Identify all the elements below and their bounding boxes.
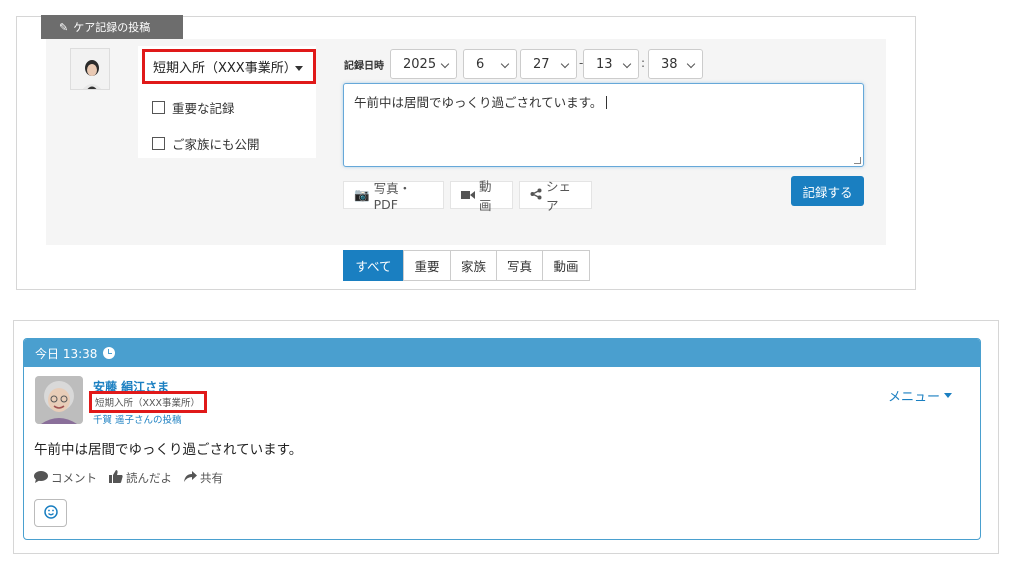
hour-value: 13 xyxy=(596,56,613,72)
chevron-down-icon xyxy=(440,59,450,69)
datetime-label: 記録日時 xyxy=(344,61,384,72)
important-checkbox[interactable] xyxy=(152,101,165,114)
post-menu-button[interactable]: メニュー xyxy=(888,386,953,405)
share-label: シェア xyxy=(546,179,572,213)
comment-icon xyxy=(34,470,48,486)
video-label: 動画 xyxy=(479,179,492,213)
year-value: 2025 xyxy=(403,56,437,72)
clock-icon xyxy=(103,347,116,359)
family-checkbox-label: ご家族にも公開 xyxy=(172,137,260,152)
day-select[interactable]: 27 xyxy=(520,49,577,79)
month-select[interactable]: 6 xyxy=(463,49,517,79)
record-text-value: 午前中は居間でゆっくり過ごされています。 xyxy=(354,95,603,110)
day-value: 27 xyxy=(533,56,550,72)
post-actions: コメント 読んだよ 共有 xyxy=(34,470,223,486)
read-button[interactable]: 読んだよ xyxy=(109,470,172,486)
filter-tab-all[interactable]: すべて xyxy=(343,250,404,281)
important-checkbox-label: 重要な記録 xyxy=(172,101,235,116)
office-select[interactable]: 短期入所（XXX事業所） xyxy=(142,49,316,84)
share-arrow-icon xyxy=(184,471,197,485)
caret-down-icon xyxy=(944,393,953,398)
post-office-label: 短期入所（XXX事業所） xyxy=(89,391,207,413)
month-value: 6 xyxy=(476,56,485,72)
post-menu-label: メニュー xyxy=(888,390,941,405)
thumbs-up-icon xyxy=(109,470,123,486)
important-record-option[interactable]: 重要な記録 xyxy=(152,98,235,117)
post-timestamp: 今日 13:38 xyxy=(35,346,98,361)
chevron-down-icon xyxy=(500,59,510,69)
care-record-tab: ✎ ケア記録の投稿 xyxy=(41,15,183,39)
reaction-button[interactable] xyxy=(34,499,67,527)
caret-down-icon xyxy=(295,66,303,71)
smiley-icon xyxy=(43,504,58,523)
care-record-tab-label: ケア記録の投稿 xyxy=(73,21,151,34)
comment-button[interactable]: コメント xyxy=(34,470,97,486)
minute-select[interactable]: 38 xyxy=(648,49,703,79)
chevron-down-icon xyxy=(560,59,570,69)
filter-tab-video[interactable]: 動画 xyxy=(542,250,590,281)
hour-minute-separator: : xyxy=(641,56,646,70)
share-post-button[interactable]: 共有 xyxy=(184,470,223,486)
record-text-input[interactable]: 午前中は居間でゆっくり過ごされています。 xyxy=(343,83,864,167)
post-office-text: 短期入所（XXX事業所） xyxy=(95,398,201,409)
post-header: 今日 13:38 xyxy=(24,339,980,367)
comment-label: コメント xyxy=(51,471,97,485)
video-camera-icon xyxy=(461,188,475,203)
share-post-label: 共有 xyxy=(200,471,223,485)
photo-pdf-button[interactable]: 📷 写真・PDF xyxy=(343,181,444,212)
resize-handle[interactable] xyxy=(854,157,861,164)
camera-icon: 📷 xyxy=(354,187,370,202)
filter-tabs: すべて 重要 家族 写真 動画 xyxy=(343,250,590,281)
year-select[interactable]: 2025 xyxy=(390,49,457,79)
read-label: 読んだよ xyxy=(126,471,172,485)
filter-tab-photo[interactable]: 写真 xyxy=(496,250,543,281)
post-body: 午前中は居間でゆっくり過ごされています。 xyxy=(34,442,303,458)
photo-pdf-label: 写真・PDF xyxy=(373,181,412,212)
video-button[interactable]: 動画 xyxy=(450,179,513,213)
family-checkbox[interactable] xyxy=(152,137,165,150)
edit-icon: ✎ xyxy=(59,20,69,34)
chevron-down-icon xyxy=(622,59,632,69)
office-select-value: 短期入所（XXX事業所） xyxy=(153,61,297,76)
chevron-down-icon xyxy=(686,59,696,69)
minute-value: 38 xyxy=(661,56,678,72)
filter-tab-important[interactable]: 重要 xyxy=(403,250,451,281)
family-public-option[interactable]: ご家族にも公開 xyxy=(152,134,260,153)
poster-name[interactable]: 千賀 遥子さんの投稿 xyxy=(93,412,182,426)
staff-avatar xyxy=(70,48,110,90)
hour-select[interactable]: 13 xyxy=(583,49,639,79)
filter-tab-family[interactable]: 家族 xyxy=(450,250,497,281)
submit-record-button[interactable]: 記録する xyxy=(791,176,864,206)
resident-avatar[interactable] xyxy=(35,376,83,424)
share-icon xyxy=(530,188,542,203)
share-button[interactable]: シェア xyxy=(519,179,592,213)
text-cursor xyxy=(606,96,608,109)
